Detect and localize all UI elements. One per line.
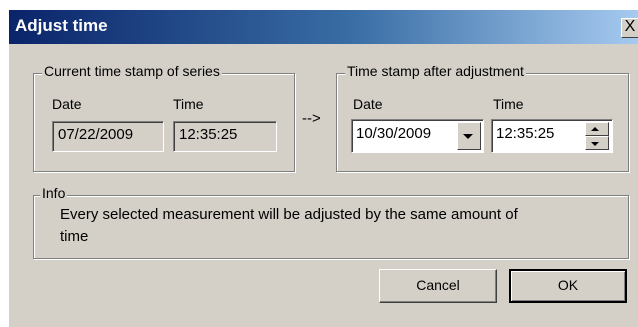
info-text-line2: time — [60, 228, 89, 245]
current-time-field: 12:35:25 — [173, 121, 277, 152]
current-date-field: 07/22/2009 — [52, 121, 164, 152]
info-text-line1: Every selected measurement will be adjus… — [60, 206, 518, 223]
current-timestamp-group: Current time stamp of series Date Time 0… — [33, 63, 295, 172]
dialog-title: Adjust time — [15, 16, 108, 35]
adjusted-time-field[interactable]: 12:35:25 — [491, 119, 613, 153]
spin-down-icon — [591, 142, 599, 146]
close-button[interactable]: X — [621, 18, 638, 38]
current-time-label: Time — [173, 96, 204, 112]
time-spin-up-button[interactable] — [585, 122, 609, 136]
spin-up-icon — [591, 127, 599, 131]
adjust-time-dialog: Adjust time X Current time stamp of seri… — [8, 10, 638, 327]
close-icon: X — [624, 18, 636, 35]
adjusted-date-value: 10/30/2009 — [356, 125, 432, 142]
title-bar: Adjust time X — [9, 10, 638, 44]
adjusted-time-label: Time — [493, 96, 524, 112]
cancel-button[interactable]: Cancel — [379, 269, 497, 303]
adjusted-date-picker[interactable]: 10/30/2009 — [351, 119, 484, 153]
arrow-indicator: --> — [302, 110, 321, 127]
adjusted-timestamp-group: Time stamp after adjustment Date Time 10… — [336, 63, 629, 172]
adjusted-date-label: Date — [353, 96, 383, 112]
current-timestamp-legend: Current time stamp of series — [42, 63, 222, 79]
chevron-down-icon — [463, 134, 473, 139]
date-dropdown-button[interactable] — [457, 122, 481, 150]
adjusted-timestamp-legend: Time stamp after adjustment — [345, 63, 526, 79]
ok-button[interactable]: OK — [509, 269, 627, 303]
info-group: Info Every selected measurement will be … — [33, 185, 629, 259]
info-legend: Info — [40, 185, 68, 201]
adjusted-time-value: 12:35:25 — [496, 125, 555, 142]
current-date-label: Date — [52, 96, 82, 112]
time-spin-down-button[interactable] — [585, 136, 609, 150]
